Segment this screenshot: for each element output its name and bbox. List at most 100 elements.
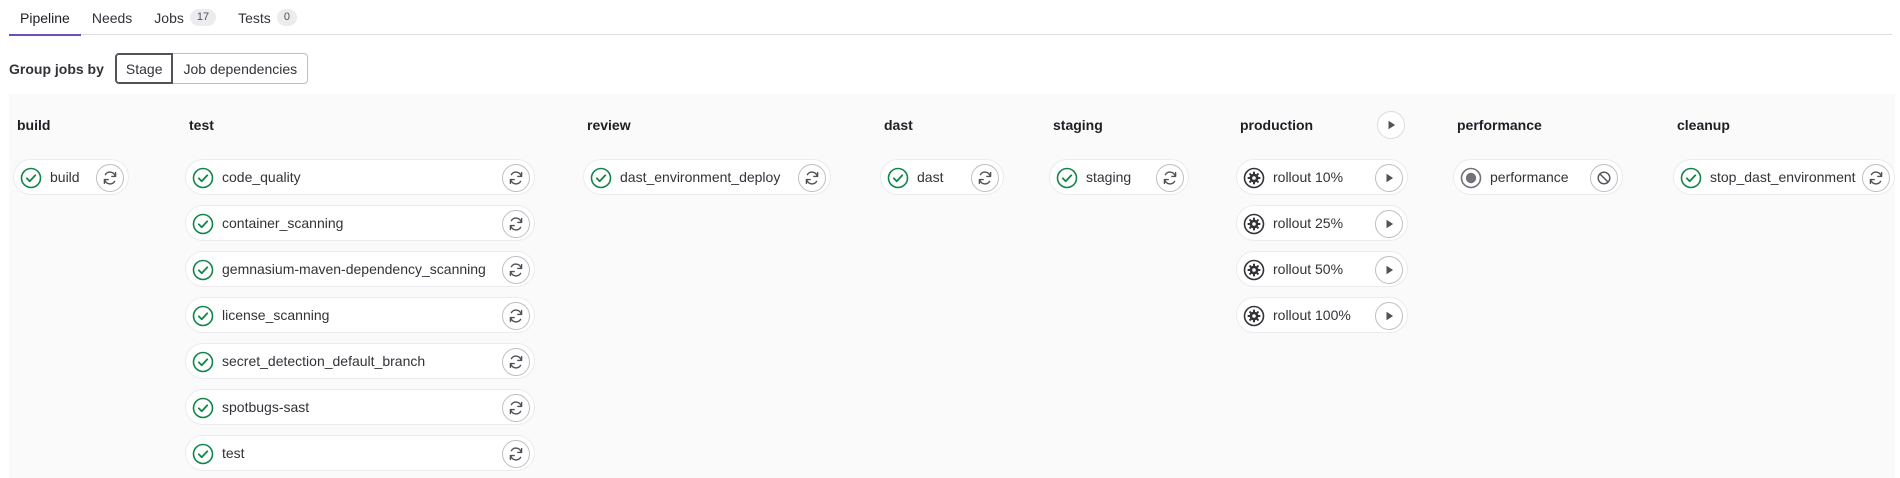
job-item[interactable]: spotbugs-sast: [185, 389, 535, 425]
retry-icon: [508, 262, 524, 278]
pipeline-graph: build build test code_quality container_scan…: [9, 94, 1895, 478]
play-job-button[interactable]: [1375, 302, 1403, 330]
retry-job-button[interactable]: [971, 164, 999, 192]
job-item[interactable]: container_scanning: [185, 205, 535, 241]
retry-icon: [1868, 170, 1884, 186]
tab-needs[interactable]: Needs: [81, 0, 143, 35]
group-jobs-by: Group jobs by Stage Job dependencies: [9, 53, 309, 84]
retry-job-button[interactable]: [502, 302, 530, 330]
tab-pipeline[interactable]: Pipeline: [9, 0, 81, 36]
job-name: license_scanning: [222, 307, 330, 323]
stage-title: build: [17, 117, 51, 133]
job-item[interactable]: staging: [1049, 159, 1189, 195]
stage-title: production: [1240, 117, 1314, 133]
tab-label: Jobs: [154, 9, 184, 26]
job-item[interactable]: rollout 25%: [1236, 205, 1408, 241]
retry-job-button[interactable]: [502, 440, 530, 468]
job-name: rollout 25%: [1273, 215, 1344, 231]
retry-job-button[interactable]: [96, 164, 124, 192]
retry-icon: [508, 400, 524, 416]
retry-job-button[interactable]: [1156, 164, 1184, 192]
job-item[interactable]: rollout 50%: [1236, 251, 1408, 287]
status-success-icon: [1056, 167, 1078, 189]
group-by-toggle: Stage Job dependencies: [114, 53, 309, 84]
stage-title: performance: [1457, 117, 1542, 133]
job-name: dast_environment_deploy: [620, 169, 781, 185]
status-success-icon: [590, 167, 612, 189]
retry-job-button[interactable]: [502, 394, 530, 422]
job-name: staging: [1086, 169, 1132, 185]
status-success-icon: [192, 397, 214, 419]
status-manual-icon: [1243, 213, 1265, 235]
job-name: rollout 10%: [1273, 169, 1344, 185]
job-name: dast: [917, 169, 944, 185]
job-item[interactable]: test: [185, 435, 535, 471]
play-job-button[interactable]: [1375, 164, 1403, 192]
stage-title: test: [189, 117, 214, 133]
tab-label: Needs: [91, 9, 133, 26]
play-icon: [1381, 170, 1397, 186]
tab-jobs[interactable]: Jobs 17: [143, 0, 227, 35]
group-by-label: Group jobs by: [9, 60, 104, 77]
retry-icon: [508, 354, 524, 370]
status-success-icon: [192, 259, 214, 281]
tab-label: Tests: [238, 9, 271, 26]
job-name: spotbugs-sast: [222, 399, 310, 415]
status-manual-icon: [1243, 167, 1265, 189]
tab-label: Pipeline: [20, 9, 70, 26]
job-name: test: [222, 445, 245, 461]
job-item[interactable]: dast_environment_deploy: [583, 159, 831, 195]
job-item[interactable]: build: [13, 159, 129, 195]
job-name: stop_dast_environment: [1710, 169, 1856, 185]
stage-title: staging: [1053, 117, 1103, 133]
retry-job-button[interactable]: [502, 256, 530, 284]
status-success-icon: [192, 305, 214, 327]
job-item[interactable]: rollout 100%: [1236, 297, 1408, 333]
retry-icon: [508, 308, 524, 324]
job-name: rollout 50%: [1273, 261, 1344, 277]
play-icon: [1381, 262, 1397, 278]
job-item[interactable]: secret_detection_default_branch: [185, 343, 535, 379]
job-item[interactable]: stop_dast_environment: [1673, 159, 1895, 195]
retry-icon: [508, 446, 524, 462]
play-icon: [1383, 117, 1399, 133]
stage-play-all-button[interactable]: [1377, 111, 1405, 139]
retry-icon: [102, 170, 118, 186]
job-item[interactable]: dast: [880, 159, 1004, 195]
cancel-job-button[interactable]: [1590, 164, 1618, 192]
play-icon: [1381, 216, 1397, 232]
status-success-icon: [1680, 167, 1702, 189]
play-job-button[interactable]: [1375, 210, 1403, 238]
stage-title: cleanup: [1677, 117, 1730, 133]
status-success-icon: [192, 167, 214, 189]
status-manual-icon: [1243, 305, 1265, 327]
job-item[interactable]: license_scanning: [185, 297, 535, 333]
job-item[interactable]: rollout 10%: [1236, 159, 1408, 195]
retry-icon: [1162, 170, 1178, 186]
retry-job-button[interactable]: [798, 164, 826, 192]
retry-icon: [977, 170, 993, 186]
job-name: rollout 100%: [1273, 307, 1351, 323]
retry-job-button[interactable]: [502, 210, 530, 238]
job-item[interactable]: gemnasium-maven-dependency_scanning: [185, 251, 535, 287]
pipeline-tabs: Pipeline Needs Jobs 17 Tests 0: [9, 0, 1892, 36]
status-manual-icon: [1243, 259, 1265, 281]
stage-title: review: [587, 117, 631, 133]
retry-job-button[interactable]: [1862, 164, 1890, 192]
job-item[interactable]: performance: [1453, 159, 1623, 195]
status-success-icon: [20, 167, 42, 189]
retry-job-button[interactable]: [502, 164, 530, 192]
job-name: code_quality: [222, 169, 301, 185]
cancel-icon: [1596, 170, 1612, 186]
tab-tests[interactable]: Tests 0: [227, 0, 308, 35]
retry-icon: [508, 216, 524, 232]
group-by-job-dependencies-button[interactable]: Job dependencies: [173, 53, 309, 84]
tab-count-badge: 0: [276, 9, 297, 26]
group-by-stage-button[interactable]: Stage: [114, 53, 174, 84]
play-job-button[interactable]: [1375, 256, 1403, 284]
status-success-icon: [887, 167, 909, 189]
retry-job-button[interactable]: [502, 348, 530, 376]
job-item[interactable]: code_quality: [185, 159, 535, 195]
status-success-icon: [192, 213, 214, 235]
job-name: build: [50, 169, 80, 185]
